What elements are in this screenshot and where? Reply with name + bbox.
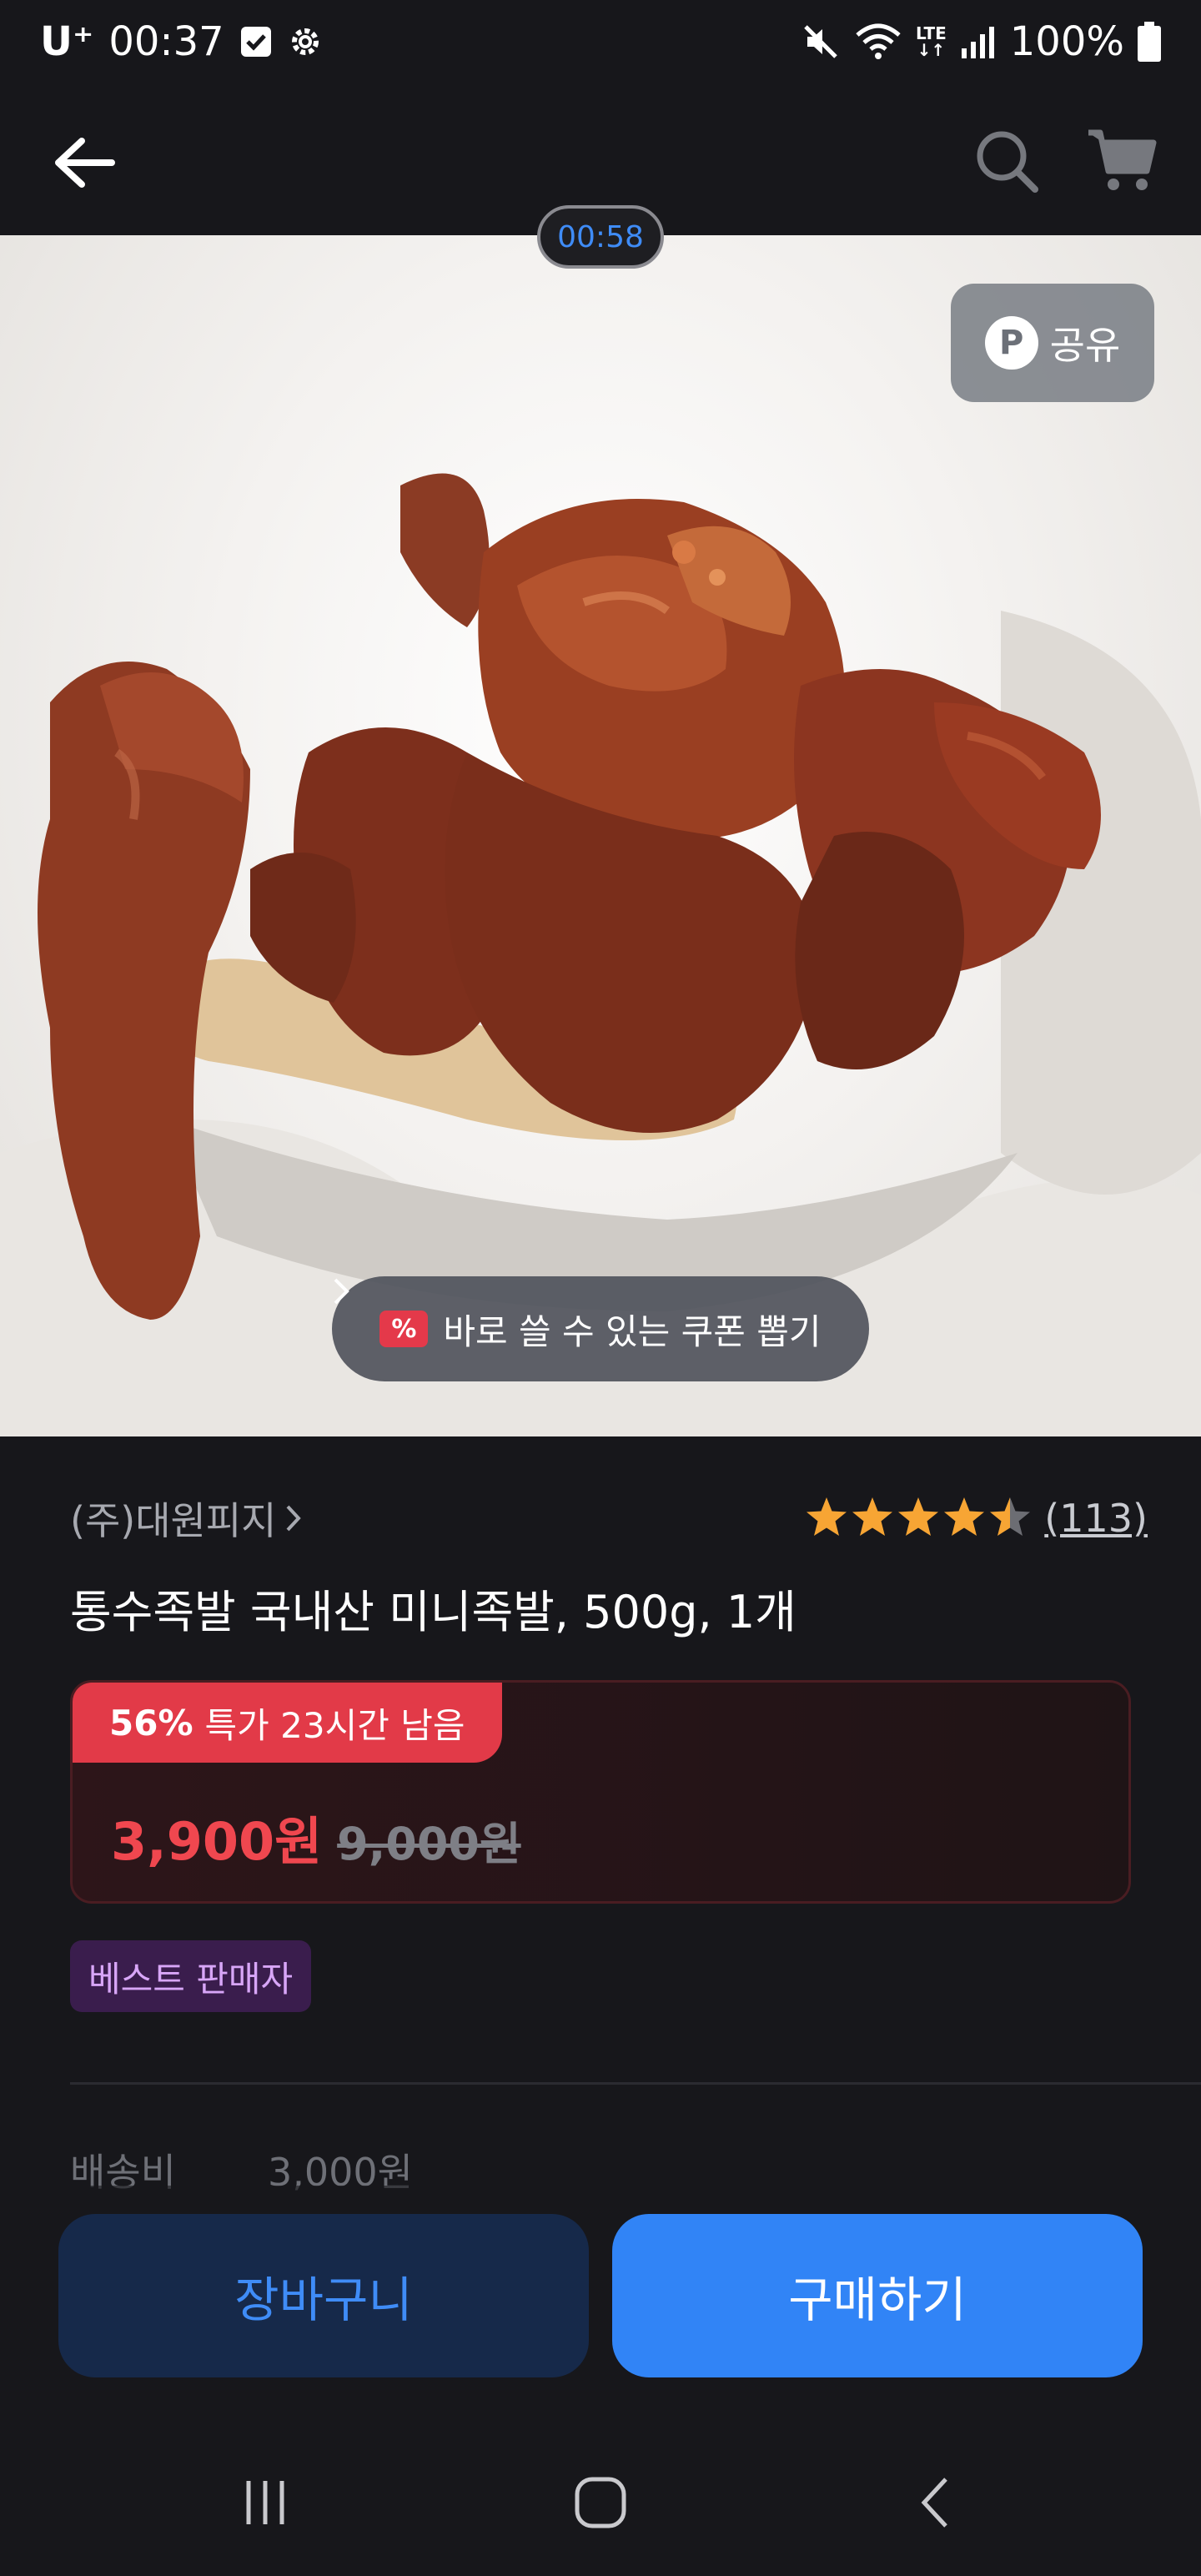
product-image[interactable]: P 공유 % 바로 쓸 수 있는 쿠폰 뽑기	[0, 235, 1201, 1436]
coupon-percent-icon: %	[379, 1311, 429, 1347]
divider	[70, 2082, 1201, 2085]
coupon-label: 바로 쓸 수 있는 쿠폰 뽑기	[443, 1311, 822, 1352]
back-button[interactable]	[47, 125, 122, 200]
bottom-action-bar: 장바구니 구매하기	[0, 2186, 1201, 2428]
home-button[interactable]	[550, 2461, 651, 2544]
discount-percent: 56%	[109, 1702, 193, 1743]
recent-apps-icon	[246, 2481, 284, 2524]
seller-name: (주)대원피지	[70, 1498, 277, 1543]
review-count[interactable]: (113)	[1044, 1496, 1148, 1541]
carrier-label: U⁺	[40, 18, 94, 65]
wifi-icon	[854, 22, 902, 62]
signal-icon	[960, 23, 997, 60]
price-box: 56% 특가 23시간 남음 3,900원 9,000원	[70, 1680, 1131, 1904]
search-button[interactable]	[969, 123, 1044, 199]
lte-arrows-icon: ↓↑	[917, 40, 946, 60]
buy-now-button[interactable]: 구매하기	[612, 2214, 1143, 2377]
product-photo	[0, 473, 1201, 1436]
seller-link[interactable]: (주)대원피지	[70, 1493, 304, 1543]
battery-icon	[1138, 22, 1161, 62]
mute-icon	[801, 22, 841, 62]
best-seller-badge: 베스트 판매자	[70, 1940, 312, 2012]
back-icon	[921, 2478, 947, 2528]
lte-label: LTE	[916, 23, 947, 43]
share-label: 공유	[1049, 323, 1121, 368]
status-bar: U⁺ 00:37 LTE ↓↑ 100%	[0, 0, 1201, 93]
original-price: 9,000원	[337, 1818, 521, 1870]
product-rating[interactable]: (113)	[804, 1492, 1148, 1545]
sale-price: 3,900원	[111, 1811, 323, 1872]
coupon-button[interactable]: % 바로 쓸 수 있는 쿠폰 뽑기	[332, 1276, 869, 1381]
status-time: 00:37	[108, 18, 224, 65]
deal-label: 특가 23시간 남음	[204, 1704, 465, 1746]
recording-timer: 00:58	[537, 205, 664, 269]
back-arrow-icon	[55, 138, 115, 188]
cart-button[interactable]	[1084, 123, 1159, 199]
battery-percent: 100%	[1009, 18, 1124, 65]
cart-icon	[1088, 129, 1157, 190]
share-button[interactable]: P 공유	[951, 284, 1154, 402]
check-box-icon	[239, 25, 273, 58]
status-right: LTE ↓↑ 100%	[801, 18, 1161, 65]
nav-back-button[interactable]	[886, 2461, 986, 2544]
home-icon	[575, 2477, 626, 2528]
add-to-cart-button[interactable]: 장바구니	[58, 2214, 589, 2377]
status-left: U⁺ 00:37	[40, 18, 323, 65]
search-icon	[977, 131, 1038, 193]
system-nav-bar	[0, 2428, 1201, 2576]
deal-tag: 56% 특가 23시간 남음	[73, 1683, 502, 1763]
lte-icon: LTE ↓↑	[916, 25, 947, 58]
chevron-right-icon	[334, 1278, 349, 1305]
chevron-right-icon	[286, 1505, 301, 1532]
product-title: 통수족발 국내산 미니족발, 500g, 1개	[70, 1586, 796, 1638]
point-icon: P	[984, 316, 1038, 370]
price-row: 3,900원 9,000원	[111, 1799, 521, 1874]
settings-gear-icon	[288, 24, 323, 59]
star-rating-icon	[807, 1497, 1031, 1536]
recent-apps-button[interactable]	[215, 2461, 315, 2544]
